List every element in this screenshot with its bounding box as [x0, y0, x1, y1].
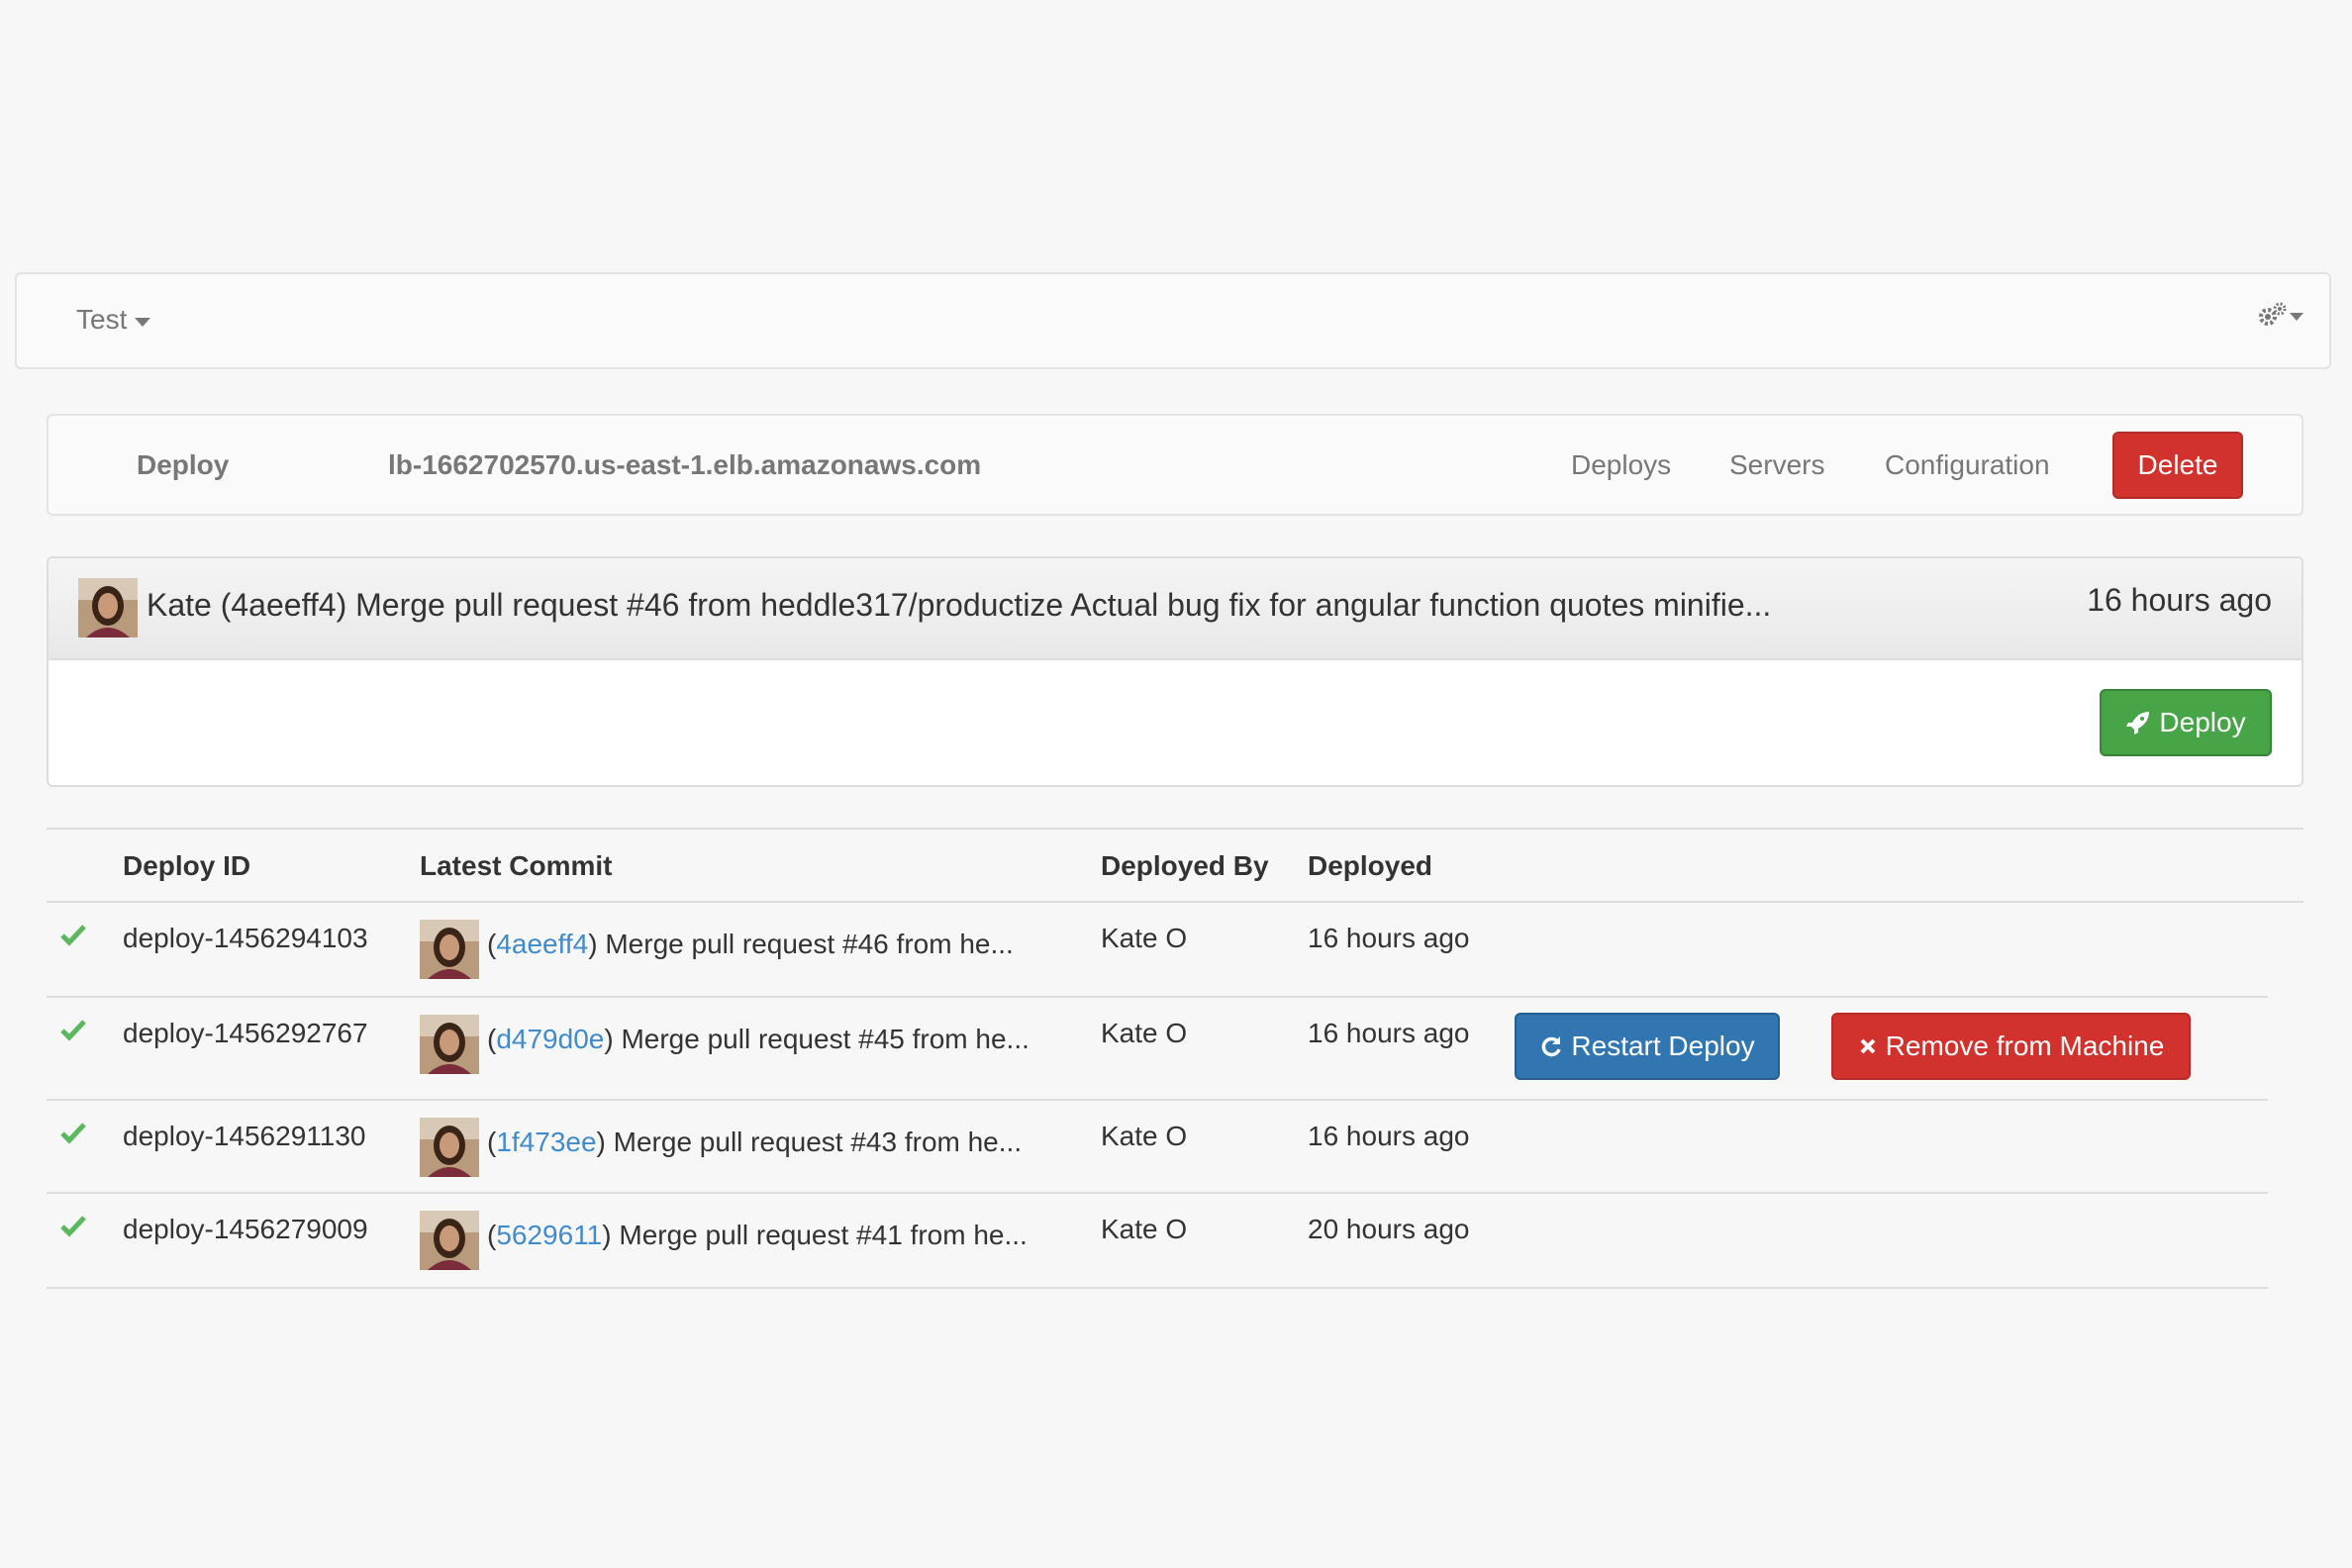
commit-summary: (5629611) Merge pull request #41 from he… — [487, 1220, 1028, 1250]
settings-dropdown[interactable] — [2258, 302, 2303, 328]
nav-link-servers[interactable]: Servers — [1729, 449, 1824, 481]
load-balancer-host: lb-1662702570.us-east-1.elb.amazonaws.co… — [388, 449, 982, 480]
commit-sha-link[interactable]: 5629611 — [496, 1220, 602, 1250]
commit-message: Merge pull request #43 from he... — [613, 1127, 1023, 1157]
commit-sha-link[interactable]: 1f473ee — [496, 1127, 596, 1157]
check-icon — [60, 1123, 86, 1144]
column-header-deploy-id: Deploy ID — [123, 850, 251, 881]
avatar — [420, 1211, 479, 1270]
nav-link-deploys[interactable]: Deploys — [1571, 449, 1671, 481]
avatar — [420, 920, 479, 979]
rocket-icon — [2126, 712, 2150, 735]
column-header-latest-commit: Latest Commit — [420, 850, 613, 881]
deployed-by: Kate O — [1101, 1214, 1188, 1244]
commit-summary: (d479d0e) Merge pull request #45 from he… — [487, 1024, 1029, 1054]
deployed-by: Kate O — [1101, 1018, 1188, 1048]
deployed-time: 16 hours ago — [1308, 1018, 1470, 1048]
remove-from-machine-button[interactable]: Remove from Machine — [1831, 1013, 2191, 1080]
deploy-id: deploy-1456292767 — [123, 1018, 368, 1048]
avatar — [420, 1118, 479, 1177]
column-header-deployed-by: Deployed By — [1101, 850, 1269, 881]
deploy-subnav: Deploy lb-1662702570.us-east-1.elb.amazo… — [47, 414, 2303, 516]
table-header: Deploy ID Latest Commit Deployed By Depl… — [47, 828, 2303, 903]
deploy-button-label: Deploy — [2159, 707, 2246, 737]
subnav-brand[interactable]: Deploy — [137, 449, 229, 481]
deploys-table: Deploy ID Latest Commit Deployed By Depl… — [47, 828, 2303, 1289]
avatar — [78, 578, 138, 637]
top-navbar: Test — [15, 272, 2331, 369]
deployed-by: Kate O — [1101, 923, 1188, 953]
commit-message: Merge pull request #46 from he... — [605, 929, 1014, 959]
table-row: deploy-1456291130 (1f473ee) Merge pull r… — [47, 1101, 2268, 1194]
check-icon — [60, 1020, 86, 1041]
commit-message: Merge pull request #41 from he... — [619, 1220, 1028, 1250]
table-row: deploy-1456292767 (d479d0e) Merge pull r… — [47, 998, 2268, 1101]
commit-sha-link[interactable]: d479d0e — [496, 1024, 604, 1054]
table-row: deploy-1456294103 (4aeeff4) Merge pull r… — [47, 903, 2268, 998]
deploy-id: deploy-1456291130 — [123, 1121, 366, 1151]
nav-link-configuration[interactable]: Configuration — [1885, 449, 2050, 481]
check-icon — [60, 925, 86, 946]
avatar — [420, 1015, 479, 1074]
check-icon — [60, 1216, 86, 1237]
restart-deploy-label: Restart Deploy — [1571, 1030, 1755, 1061]
latest-commit-panel: Kate (4aeeff4) Merge pull request #46 fr… — [47, 556, 2303, 787]
latest-commit-header: Kate (4aeeff4) Merge pull request #46 fr… — [49, 558, 2302, 660]
deployed-by: Kate O — [1101, 1121, 1188, 1151]
column-header-deployed: Deployed — [1308, 850, 1433, 881]
restart-deploy-button[interactable]: Restart Deploy — [1515, 1013, 1780, 1080]
caret-down-icon — [135, 317, 151, 327]
commit-message: Merge pull request #45 from he... — [621, 1024, 1029, 1054]
app-switcher-dropdown[interactable]: Test — [76, 304, 151, 336]
app-name: Test — [76, 304, 128, 335]
delete-button[interactable]: Delete — [2112, 432, 2243, 499]
deployed-time: 16 hours ago — [1308, 1121, 1470, 1151]
commit-summary: (4aeeff4) Merge pull request #46 from he… — [487, 929, 1014, 959]
remove-from-machine-label: Remove from Machine — [1885, 1030, 2165, 1061]
commit-summary: (1f473ee) Merge pull request #43 from he… — [487, 1127, 1023, 1157]
deploy-button[interactable]: Deploy — [2100, 689, 2272, 756]
latest-commit-message: Kate (4aeeff4) Merge pull request #46 fr… — [147, 587, 1772, 623]
commit-sha-link[interactable]: 4aeeff4 — [496, 929, 588, 959]
deployed-time: 16 hours ago — [1308, 923, 1470, 953]
deploy-id: deploy-1456294103 — [123, 923, 368, 953]
gears-icon — [2259, 302, 2287, 326]
table-row: deploy-1456279009 (5629611) Merge pull r… — [47, 1194, 2268, 1289]
latest-commit-time: 16 hours ago — [2087, 582, 2272, 618]
deploy-id: deploy-1456279009 — [123, 1214, 368, 1244]
caret-down-icon — [2290, 313, 2303, 321]
close-icon — [1860, 1038, 1876, 1054]
refresh-icon — [1542, 1036, 1562, 1057]
deployed-time: 20 hours ago — [1308, 1214, 1470, 1244]
